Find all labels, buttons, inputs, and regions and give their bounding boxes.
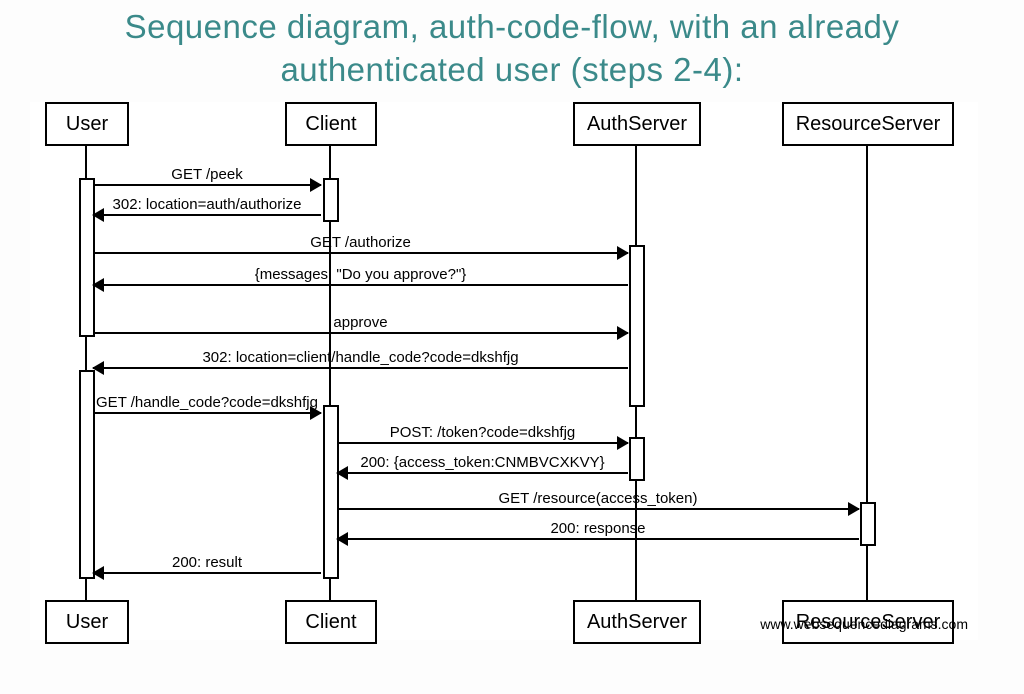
msg-200-access-token: 200: {access_token:CNMBVCXKVY} — [337, 472, 628, 474]
participant-client-top: Client — [285, 102, 377, 146]
msg-do-you-approve: {messages: "Do you approve?"} — [93, 284, 628, 286]
msg-approve: approve — [93, 332, 628, 334]
sequence-diagram: User Client AuthServer ResourceServer Us… — [30, 102, 978, 640]
footer-attribution: www.websequencediagrams.com — [760, 616, 968, 632]
msg-get-resource: GET /resource(access_token) — [337, 508, 859, 510]
title-line-2: authenticated user (steps 2-4): — [40, 49, 984, 92]
msg-get-authorize: GET /authorize — [93, 252, 628, 254]
activation-client-1 — [323, 178, 339, 222]
msg-get-handle-code: GET /handle_code?code=dkshfjg — [93, 412, 321, 414]
activation-resourceserver-1 — [860, 502, 876, 546]
msg-get-peek: GET /peek — [93, 184, 321, 186]
msg-302-handle-code: 302: location=client/handle_code?code=dk… — [93, 367, 628, 369]
activation-authserver-2 — [629, 437, 645, 481]
participant-user-bottom: User — [45, 600, 129, 644]
diagram-title: Sequence diagram, auth-code-flow, with a… — [0, 0, 1024, 92]
participant-resourceserver-top: ResourceServer — [782, 102, 954, 146]
participant-user-top: User — [45, 102, 129, 146]
activation-client-2 — [323, 405, 339, 579]
participant-authserver-bottom: AuthServer — [573, 600, 701, 644]
participant-authserver-top: AuthServer — [573, 102, 701, 146]
activation-authserver-1 — [629, 245, 645, 407]
msg-post-token: POST: /token?code=dkshfjg — [337, 442, 628, 444]
activation-user-2 — [79, 370, 95, 579]
msg-200-result: 200: result — [93, 572, 321, 574]
activation-user-1 — [79, 178, 95, 337]
title-line-1: Sequence diagram, auth-code-flow, with a… — [125, 8, 900, 45]
msg-302-authorize: 302: location=auth/authorize — [93, 214, 321, 216]
msg-200-response: 200: response — [337, 538, 859, 540]
participant-client-bottom: Client — [285, 600, 377, 644]
